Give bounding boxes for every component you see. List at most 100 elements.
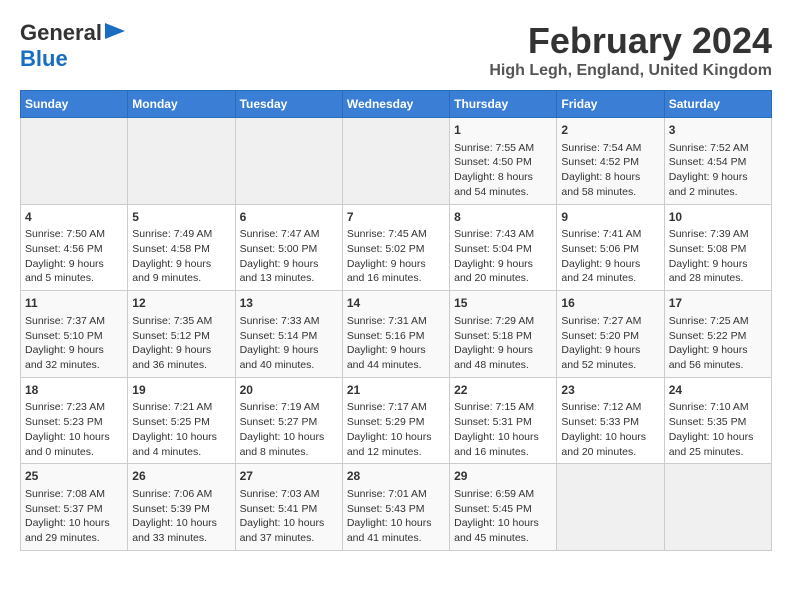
day-info: Sunset: 5:14 PM xyxy=(240,329,338,344)
day-info: Sunrise: 7:55 AM xyxy=(454,141,552,156)
day-info: Daylight: 9 hours and 36 minutes. xyxy=(132,343,230,372)
calendar-cell: 13Sunrise: 7:33 AMSunset: 5:14 PMDayligh… xyxy=(235,291,342,378)
day-info: Sunset: 5:31 PM xyxy=(454,415,552,430)
logo-arrow-icon xyxy=(105,21,125,46)
day-number: 4 xyxy=(25,209,123,226)
calendar-title: February 2024 xyxy=(489,20,772,62)
day-info: Sunrise: 7:29 AM xyxy=(454,314,552,329)
day-info: Sunset: 5:27 PM xyxy=(240,415,338,430)
day-number: 23 xyxy=(561,382,659,399)
day-info: Daylight: 10 hours and 29 minutes. xyxy=(25,516,123,545)
logo: General Blue xyxy=(20,20,125,72)
day-info: Sunrise: 7:19 AM xyxy=(240,400,338,415)
day-info: Sunrise: 7:50 AM xyxy=(25,227,123,242)
day-info: Daylight: 10 hours and 33 minutes. xyxy=(132,516,230,545)
day-info: Daylight: 9 hours and 28 minutes. xyxy=(669,257,767,286)
calendar-cell xyxy=(128,118,235,205)
day-info: Sunrise: 7:43 AM xyxy=(454,227,552,242)
day-number: 2 xyxy=(561,122,659,139)
day-info: Sunset: 5:23 PM xyxy=(25,415,123,430)
calendar-cell xyxy=(342,118,449,205)
day-info: Sunrise: 7:37 AM xyxy=(25,314,123,329)
calendar-week-row: 1Sunrise: 7:55 AMSunset: 4:50 PMDaylight… xyxy=(21,118,772,205)
day-info: Daylight: 9 hours and 32 minutes. xyxy=(25,343,123,372)
day-number: 12 xyxy=(132,295,230,312)
day-number: 20 xyxy=(240,382,338,399)
day-info: Sunset: 5:16 PM xyxy=(347,329,445,344)
calendar-cell: 19Sunrise: 7:21 AMSunset: 5:25 PMDayligh… xyxy=(128,377,235,464)
day-number: 26 xyxy=(132,468,230,485)
day-info: Sunset: 4:52 PM xyxy=(561,155,659,170)
day-info: Sunset: 5:22 PM xyxy=(669,329,767,344)
day-info: Sunset: 5:33 PM xyxy=(561,415,659,430)
day-info: Sunrise: 7:08 AM xyxy=(25,487,123,502)
day-info: Sunset: 5:25 PM xyxy=(132,415,230,430)
day-number: 7 xyxy=(347,209,445,226)
calendar-cell: 29Sunrise: 6:59 AMSunset: 5:45 PMDayligh… xyxy=(450,464,557,551)
day-info: Daylight: 8 hours and 58 minutes. xyxy=(561,170,659,199)
day-number: 27 xyxy=(240,468,338,485)
calendar-cell xyxy=(557,464,664,551)
day-info: Daylight: 9 hours and 40 minutes. xyxy=(240,343,338,372)
day-info: Daylight: 9 hours and 5 minutes. xyxy=(25,257,123,286)
day-number: 28 xyxy=(347,468,445,485)
page-header: General Blue February 2024 High Legh, En… xyxy=(20,20,772,80)
calendar-location: High Legh, England, United Kingdom xyxy=(489,62,772,80)
day-info: Sunrise: 7:17 AM xyxy=(347,400,445,415)
day-info: Sunset: 4:58 PM xyxy=(132,242,230,257)
day-number: 16 xyxy=(561,295,659,312)
day-info: Daylight: 9 hours and 56 minutes. xyxy=(669,343,767,372)
day-info: Sunset: 4:54 PM xyxy=(669,155,767,170)
day-info: Sunrise: 7:23 AM xyxy=(25,400,123,415)
day-number: 24 xyxy=(669,382,767,399)
header-day-saturday: Saturday xyxy=(664,91,771,118)
day-info: Daylight: 9 hours and 48 minutes. xyxy=(454,343,552,372)
day-info: Sunset: 5:45 PM xyxy=(454,502,552,517)
day-info: Sunset: 4:50 PM xyxy=(454,155,552,170)
calendar-week-row: 4Sunrise: 7:50 AMSunset: 4:56 PMDaylight… xyxy=(21,204,772,291)
title-block: February 2024 High Legh, England, United… xyxy=(489,20,772,80)
calendar-cell: 28Sunrise: 7:01 AMSunset: 5:43 PMDayligh… xyxy=(342,464,449,551)
day-info: Daylight: 10 hours and 12 minutes. xyxy=(347,430,445,459)
day-info: Daylight: 8 hours and 54 minutes. xyxy=(454,170,552,199)
header-day-wednesday: Wednesday xyxy=(342,91,449,118)
day-info: Daylight: 9 hours and 24 minutes. xyxy=(561,257,659,286)
day-info: Sunset: 5:39 PM xyxy=(132,502,230,517)
calendar-cell: 15Sunrise: 7:29 AMSunset: 5:18 PMDayligh… xyxy=(450,291,557,378)
day-number: 11 xyxy=(25,295,123,312)
calendar-cell: 8Sunrise: 7:43 AMSunset: 5:04 PMDaylight… xyxy=(450,204,557,291)
day-info: Sunset: 5:41 PM xyxy=(240,502,338,517)
day-number: 17 xyxy=(669,295,767,312)
day-number: 14 xyxy=(347,295,445,312)
calendar-cell: 10Sunrise: 7:39 AMSunset: 5:08 PMDayligh… xyxy=(664,204,771,291)
day-info: Sunrise: 7:21 AM xyxy=(132,400,230,415)
day-info: Sunset: 5:04 PM xyxy=(454,242,552,257)
day-info: Daylight: 10 hours and 20 minutes. xyxy=(561,430,659,459)
day-info: Daylight: 9 hours and 20 minutes. xyxy=(454,257,552,286)
calendar-cell: 3Sunrise: 7:52 AMSunset: 4:54 PMDaylight… xyxy=(664,118,771,205)
calendar-cell: 12Sunrise: 7:35 AMSunset: 5:12 PMDayligh… xyxy=(128,291,235,378)
day-number: 19 xyxy=(132,382,230,399)
calendar-cell: 2Sunrise: 7:54 AMSunset: 4:52 PMDaylight… xyxy=(557,118,664,205)
day-number: 3 xyxy=(669,122,767,139)
header-day-thursday: Thursday xyxy=(450,91,557,118)
calendar-cell: 6Sunrise: 7:47 AMSunset: 5:00 PMDaylight… xyxy=(235,204,342,291)
day-info: Daylight: 9 hours and 44 minutes. xyxy=(347,343,445,372)
calendar-cell xyxy=(664,464,771,551)
day-info: Sunrise: 7:27 AM xyxy=(561,314,659,329)
calendar-cell: 26 Sunrise: 7:06 AMSunset: 5:39 PMDayligh… xyxy=(128,464,235,551)
calendar-header-row: SundayMondayTuesdayWednesdayThursdayFrid… xyxy=(21,91,772,118)
day-info: Sunrise: 7:25 AM xyxy=(669,314,767,329)
day-info: Daylight: 10 hours and 37 minutes. xyxy=(240,516,338,545)
calendar-cell: 7Sunrise: 7:45 AMSunset: 5:02 PMDaylight… xyxy=(342,204,449,291)
day-number: 25 xyxy=(25,468,123,485)
day-number: 21 xyxy=(347,382,445,399)
calendar-week-row: 25Sunrise: 7:08 AMSunset: 5:37 PMDayligh… xyxy=(21,464,772,551)
day-info: Sunset: 5:35 PM xyxy=(669,415,767,430)
calendar-table: SundayMondayTuesdayWednesdayThursdayFrid… xyxy=(20,90,772,551)
day-number: 1 xyxy=(454,122,552,139)
day-info: Sunrise: 7:01 AM xyxy=(347,487,445,502)
calendar-cell: 23Sunrise: 7:12 AMSunset: 5:33 PMDayligh… xyxy=(557,377,664,464)
day-info: Sunrise: 7:33 AM xyxy=(240,314,338,329)
day-info: Sunrise: 7:06 AM xyxy=(132,487,230,502)
